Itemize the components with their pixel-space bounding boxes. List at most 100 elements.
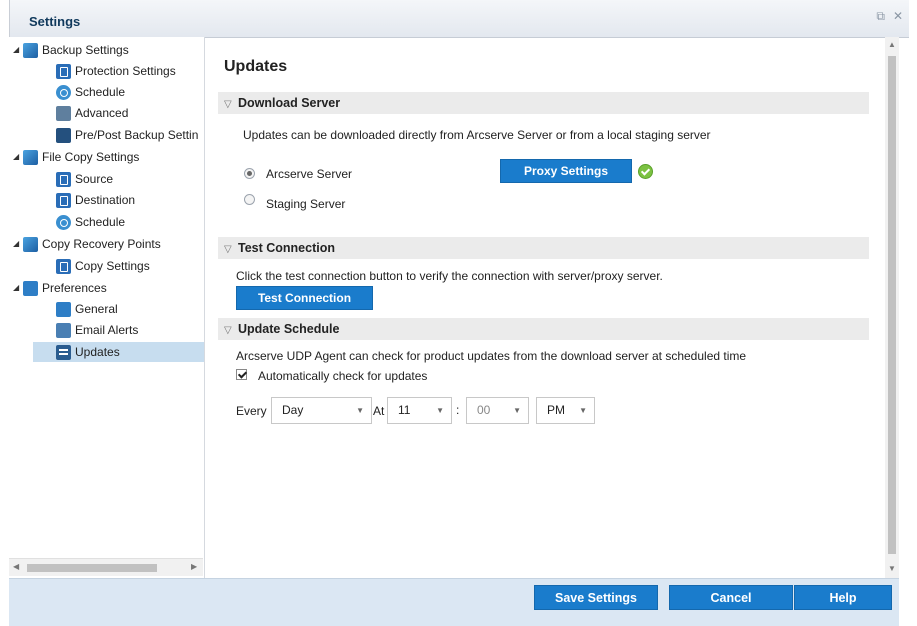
chevron-down-icon: ▼	[579, 406, 587, 415]
tree-item-email-alerts[interactable]: Email Alerts	[56, 320, 138, 340]
section-header: Test Connection	[238, 241, 335, 255]
updates-icon	[56, 344, 71, 360]
expand-triangle-icon[interactable]: ◢	[13, 278, 23, 298]
frequency-select[interactable]: Day ▼	[271, 397, 372, 424]
tree-item-general[interactable]: General	[56, 299, 118, 319]
chevron-down-icon: ▼	[356, 406, 364, 415]
help-button[interactable]: Help	[794, 585, 892, 610]
copy-recovery-icon	[23, 236, 38, 252]
ampm-value: PM	[547, 403, 565, 417]
collapse-chevron-icon[interactable]: ▽	[224, 94, 238, 116]
tree-item-label: Schedule	[75, 85, 126, 99]
restore-icon[interactable]: ⧉	[876, 9, 885, 24]
time-separator: :	[456, 403, 460, 417]
frequency-value: Day	[282, 403, 304, 417]
ampm-select[interactable]: PM ▼	[536, 397, 595, 424]
at-label: At	[373, 404, 385, 418]
destination-icon	[56, 192, 71, 208]
tree-horizontal-scrollbar[interactable]: ◀ ▶	[9, 558, 203, 576]
schedule-icon	[56, 84, 71, 100]
tree-item-schedule[interactable]: Schedule	[56, 82, 125, 102]
collapse-chevron-icon[interactable]: ▽	[224, 239, 238, 261]
tree-item-copy-recovery-points[interactable]: ◢ Copy Recovery Points	[13, 234, 161, 254]
tools-icon	[56, 127, 71, 143]
copy-settings-icon	[56, 258, 71, 274]
close-icon[interactable]: ✕	[893, 9, 903, 24]
tree-item-advanced[interactable]: Advanced	[56, 103, 128, 123]
tree-item-label: Source	[75, 172, 114, 186]
scrollbar-thumb[interactable]	[888, 56, 896, 554]
radio-arcserve-server[interactable]	[244, 168, 255, 179]
settings-tree: ◢ Backup Settings Protection Settings Sc…	[9, 37, 205, 578]
section-header: Update Schedule	[238, 322, 340, 336]
general-icon	[56, 301, 71, 317]
section-download-server[interactable]: ▽ Download Server	[218, 92, 869, 114]
save-settings-button[interactable]: Save Settings	[534, 585, 658, 610]
auto-check-checkbox[interactable]	[236, 369, 247, 380]
scroll-right-icon[interactable]: ▶	[191, 562, 197, 571]
expand-triangle-icon[interactable]: ◢	[13, 147, 23, 167]
advanced-icon	[56, 105, 71, 121]
test-connection-description: Click the test connection button to veri…	[236, 269, 663, 283]
tree-item-pre-post-backup[interactable]: Pre/Post Backup Settin	[56, 125, 198, 145]
updates-panel: Updates ▽ Download Server Updates can be …	[205, 37, 895, 578]
source-icon	[56, 171, 71, 187]
file-copy-icon	[23, 149, 38, 165]
every-label: Every	[236, 404, 267, 418]
scroll-down-icon[interactable]: ▼	[888, 564, 896, 573]
arcserve-server-label: Arcserve Server	[266, 167, 353, 181]
cancel-button[interactable]: Cancel	[669, 585, 793, 610]
tree-item-file-copy-settings[interactable]: ◢ File Copy Settings	[13, 147, 139, 167]
tree-item-label: Backup Settings	[42, 43, 129, 57]
protection-icon	[56, 63, 71, 79]
staging-server-label: Staging Server	[266, 197, 346, 211]
status-ok-icon	[638, 164, 653, 179]
minute-value: 00	[477, 403, 491, 417]
hour-select[interactable]: 11 ▼	[387, 397, 452, 424]
radio-staging-server[interactable]	[244, 194, 255, 205]
expand-triangle-icon[interactable]: ◢	[13, 40, 23, 60]
tree-item-backup-settings[interactable]: ◢ Backup Settings	[13, 40, 129, 60]
section-update-schedule[interactable]: ▽ Update Schedule	[218, 318, 869, 340]
tree-item-source[interactable]: Source	[56, 169, 113, 189]
tree-item-label: Updates	[75, 345, 120, 359]
tree-item-updates[interactable]: Updates	[33, 342, 204, 362]
auto-check-label: Automatically check for updates	[258, 369, 428, 383]
schedule-icon	[56, 214, 71, 230]
section-test-connection[interactable]: ▽ Test Connection	[218, 237, 869, 259]
collapse-chevron-icon[interactable]: ▽	[224, 320, 238, 342]
download-server-description: Updates can be downloaded directly from …	[243, 128, 711, 142]
test-connection-button[interactable]: Test Connection	[236, 286, 373, 310]
tree-item-destination[interactable]: Destination	[56, 190, 135, 210]
scrollbar-thumb[interactable]	[27, 564, 157, 572]
expand-triangle-icon[interactable]: ◢	[13, 234, 23, 254]
tree-item-preferences[interactable]: ◢ Preferences	[13, 278, 107, 298]
preferences-icon	[23, 280, 38, 296]
update-schedule-description: Arcserve UDP Agent can check for product…	[236, 349, 747, 363]
tree-item-label: Email Alerts	[75, 323, 139, 337]
tree-item-label: Pre/Post Backup Settin	[75, 128, 199, 142]
page-title: Updates	[224, 58, 288, 75]
email-icon	[56, 322, 71, 338]
tree-item-label: Advanced	[75, 106, 129, 120]
tree-item-label: Destination	[75, 193, 136, 207]
tree-item-protection-settings[interactable]: Protection Settings	[56, 61, 176, 81]
tree-item-label: General	[75, 302, 118, 316]
title-bar: Settings ⧉ ✕	[10, 0, 909, 38]
section-header: Download Server	[238, 96, 341, 110]
tree-item-label: Copy Recovery Points	[42, 237, 161, 251]
tree-item-copy-settings[interactable]: Copy Settings	[56, 256, 150, 276]
scroll-up-icon[interactable]: ▲	[888, 40, 896, 49]
tree-item-label: Schedule	[75, 215, 126, 229]
chevron-down-icon: ▼	[513, 406, 521, 415]
minute-select[interactable]: 00 ▼	[466, 397, 529, 424]
content-vertical-scrollbar[interactable]: ▲ ▼	[885, 37, 899, 578]
tree-item-label: File Copy Settings	[42, 150, 140, 164]
tree-item-label: Preferences	[42, 281, 107, 295]
scroll-left-icon[interactable]: ◀	[13, 562, 19, 571]
tree-item-file-copy-schedule[interactable]: Schedule	[56, 212, 125, 232]
window-title: Settings	[29, 14, 81, 29]
proxy-settings-button[interactable]: Proxy Settings	[500, 159, 632, 183]
footer-bar: Save Settings Cancel Help	[9, 578, 899, 626]
hour-value: 11	[398, 403, 411, 417]
